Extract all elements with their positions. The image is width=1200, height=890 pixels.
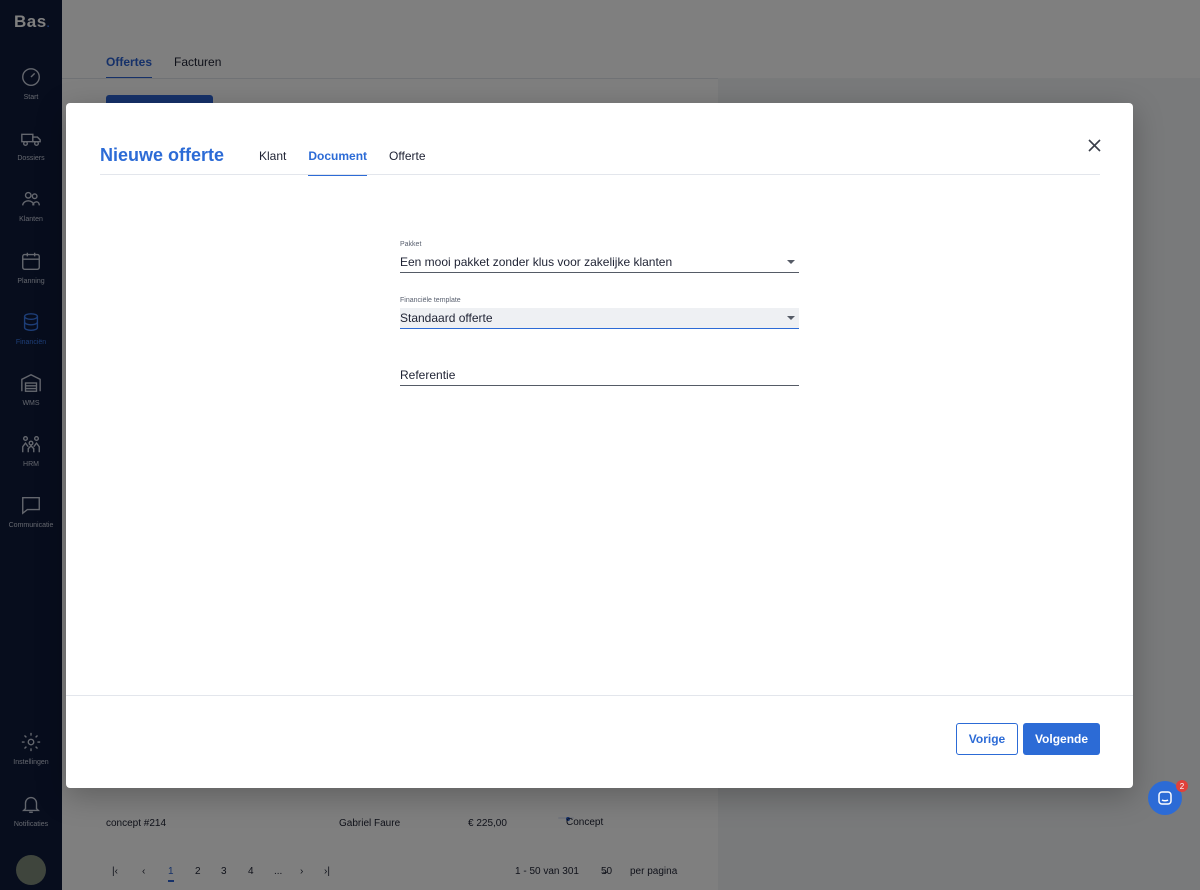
tab-klant[interactable]: Klant: [259, 149, 286, 176]
chat-badge: 2: [1176, 780, 1188, 792]
template-label: Financiële template: [400, 297, 461, 304]
caret-down-icon: [787, 316, 795, 320]
tab-document[interactable]: Document: [308, 149, 368, 176]
template-select[interactable]: Financiële template Standaard offerte: [400, 297, 799, 329]
pakket-select[interactable]: Pakket Een mooi pakket zonder klus voor …: [400, 241, 799, 273]
modal-header-divider: [100, 174, 1100, 175]
modal-title: Nieuwe offerte: [100, 145, 225, 165]
template-value-box[interactable]: Standaard offerte: [400, 308, 799, 329]
pakket-value-box[interactable]: Een mooi pakket zonder klus voor zakelij…: [400, 252, 799, 273]
previous-button[interactable]: Vorige: [956, 723, 1018, 755]
pakket-label: Pakket: [400, 241, 422, 248]
tab-offerte[interactable]: Offerte: [389, 149, 425, 176]
referentie-input[interactable]: Referentie: [400, 365, 799, 386]
close-icon: [1087, 138, 1101, 152]
template-value: Standaard offerte: [400, 311, 493, 325]
next-button[interactable]: Volgende: [1023, 723, 1100, 755]
chat-bubble-icon: [1158, 791, 1172, 805]
caret-down-icon: [787, 260, 795, 264]
pakket-value: Een mooi pakket zonder klus voor zakelij…: [400, 255, 673, 269]
modal-tabs: Klant Document Offerte: [259, 149, 426, 176]
referentie-placeholder: Referentie: [400, 368, 456, 382]
new-quote-modal: Nieuwe offerte Klant Document Offerte Pa…: [66, 103, 1133, 788]
referentie-field[interactable]: Referentie: [400, 365, 799, 386]
modal-footer-divider: [66, 695, 1133, 696]
close-button[interactable]: [1084, 135, 1104, 155]
